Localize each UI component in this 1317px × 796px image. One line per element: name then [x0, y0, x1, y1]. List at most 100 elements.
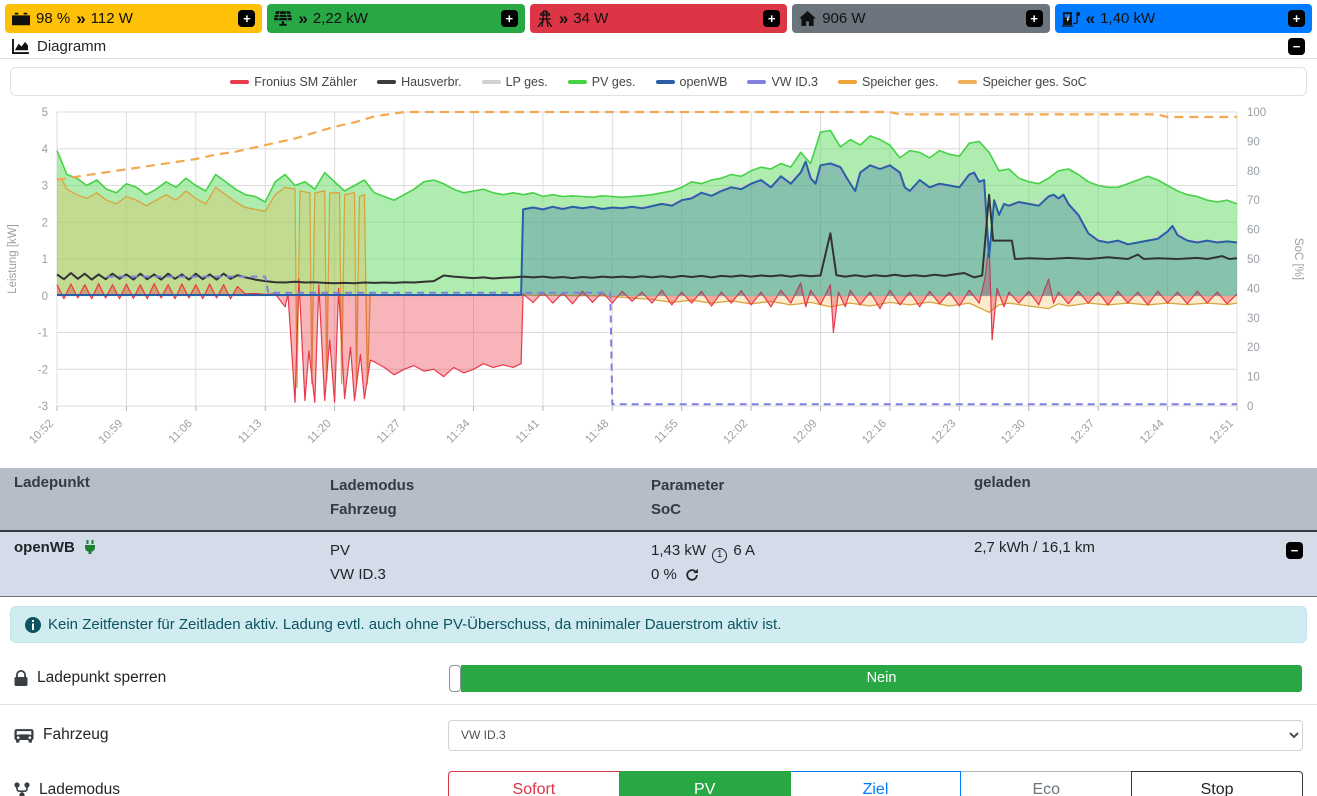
legend-label: Speicher ges. SoC: [982, 75, 1086, 89]
chargepoint-table: Ladepunkt Lademodus Fahrzeug Parameter S…: [0, 468, 1317, 597]
y-axis-tick-right: 100: [1247, 107, 1266, 119]
charge-mode-label-group: Lademodus: [14, 781, 120, 796]
x-axis-tick: 12:16: [860, 418, 889, 447]
pv-expand-button[interactable]: +: [501, 10, 518, 27]
pv-power-value: 2,22 kW: [313, 10, 368, 27]
chart-legend: Fronius SM Zähler Hausverbr. LP ges. PV …: [10, 67, 1307, 96]
legend-item[interactable]: Speicher ges. SoC: [958, 75, 1086, 89]
solar-panel-icon: [274, 11, 292, 26]
y-axis-tick-left: 0: [42, 291, 48, 303]
legend-label: Speicher ges.: [862, 75, 938, 89]
legend-swatch: [656, 80, 675, 84]
y-axis-tick-left: 4: [42, 144, 49, 156]
chargepoint-power-value: 1,40 kW: [1100, 10, 1155, 27]
info-circle-icon: [25, 617, 41, 633]
lock-label-group: Ladepunkt sperren: [14, 669, 166, 687]
grid-expand-button[interactable]: +: [763, 10, 780, 27]
col-lademodus-fahrzeug: Lademodus Fahrzeug: [330, 474, 651, 522]
lock-icon: [14, 670, 28, 686]
grid-power-value: 34 W: [573, 10, 608, 27]
legend-label: Fronius SM Zähler: [254, 75, 357, 89]
battery-power-value: 112 W: [91, 10, 133, 27]
table-header: Ladepunkt Lademodus Fahrzeug Parameter S…: [0, 468, 1317, 532]
charge-mode-row: Lademodus Sofort PV Ziel Eco Stop: [0, 765, 1317, 796]
col-soc: SoC: [651, 498, 974, 522]
power-chart: 543210-1-2-3100908070605040302010010:521…: [0, 96, 1317, 456]
y-axis-tick-right: 90: [1247, 136, 1260, 148]
mode-pv-button[interactable]: PV: [619, 771, 791, 796]
legend-label: VW ID.3: [771, 75, 818, 89]
row-collapse-button[interactable]: −: [1286, 542, 1303, 559]
legend-item[interactable]: openWB: [656, 75, 728, 89]
y-axis-tick-left: -3: [38, 401, 48, 413]
x-axis-tick: 12:02: [721, 418, 750, 447]
y-axis-tick-right: 20: [1247, 342, 1260, 354]
legend-item[interactable]: LP ges.: [482, 75, 548, 89]
battery-badge: 98 % » 112 W +: [5, 4, 262, 33]
transmission-tower-icon: [537, 10, 553, 27]
lock-toggle-handle[interactable]: [449, 665, 461, 692]
x-axis-tick: 10:59: [97, 418, 126, 447]
mode-eco-button[interactable]: Eco: [960, 771, 1132, 796]
diagram-collapse-button[interactable]: −: [1288, 38, 1305, 55]
legend-item[interactable]: Speicher ges.: [838, 75, 938, 89]
y-axis-tick-right: 10: [1247, 372, 1260, 384]
x-axis-tick: 12:23: [930, 418, 959, 447]
charge-mode-label: Lademodus: [39, 781, 120, 796]
battery-expand-button[interactable]: +: [238, 10, 255, 27]
mode-sofort-button[interactable]: Sofort: [448, 771, 620, 796]
col-geladen: geladen: [974, 474, 1317, 522]
chargepoint-mode: PV: [330, 539, 651, 563]
col-fahrzeug: Fahrzeug: [330, 498, 651, 522]
home-power-value: 906 W: [822, 10, 865, 27]
vehicle-label: Fahrzeug: [43, 726, 108, 744]
legend-item[interactable]: PV ges.: [568, 75, 636, 89]
vehicle-select[interactable]: VW ID.3: [448, 720, 1303, 751]
x-axis-tick: 11:13: [236, 418, 264, 446]
angle-double-right-icon: »: [76, 9, 84, 29]
status-badge-bar: 98 % » 112 W + » 2,22 kW + » 34 W + 906 …: [0, 0, 1317, 36]
legend-item[interactable]: VW ID.3: [747, 75, 818, 89]
mode-stop-button[interactable]: Stop: [1131, 771, 1303, 796]
x-axis-tick: 11:20: [306, 418, 334, 446]
mode-ziel-button[interactable]: Ziel: [790, 771, 962, 796]
legend-item[interactable]: Fronius SM Zähler: [230, 75, 357, 89]
pv-badge: » 2,22 kW +: [267, 4, 524, 33]
angle-double-right-icon: »: [298, 9, 306, 29]
lock-toggle[interactable]: Nein: [448, 664, 1303, 693]
home-icon: [799, 11, 816, 26]
info-alert: Kein Zeitfenster für Zeitladen aktiv. La…: [10, 606, 1307, 643]
charge-current: 6 A: [733, 542, 755, 559]
chargepoint-name: openWB: [14, 539, 75, 556]
soc-value: 0 %: [651, 566, 677, 583]
plug-icon: [84, 540, 96, 554]
x-axis-tick: 12:37: [1068, 418, 1097, 447]
refresh-soc-icon[interactable]: [685, 568, 699, 582]
chart-area-icon: [12, 39, 29, 54]
y-axis-tick-left: 3: [42, 181, 48, 193]
home-expand-button[interactable]: +: [1026, 10, 1043, 27]
chargepoint-vehicle: VW ID.3: [330, 563, 651, 587]
chargepoint-soc: 0 %: [651, 563, 974, 587]
x-axis-tick: 11:48: [583, 418, 611, 446]
x-axis-tick: 10:52: [27, 418, 56, 447]
chargepoint-row[interactable]: openWB PV VW ID.3 1,43 kW 1 6 A 0 % 2,7 …: [0, 532, 1317, 597]
lock-label: Ladepunkt sperren: [37, 669, 166, 687]
y-axis-tick-right: 70: [1247, 195, 1260, 207]
grid-badge: » 34 W +: [530, 4, 787, 33]
chargepoint-parameter: 1,43 kW 1 6 A: [651, 539, 974, 563]
x-axis-tick: 12:44: [1138, 417, 1167, 446]
col-parameter-soc: Parameter SoC: [651, 474, 974, 522]
chargepoint-expand-button[interactable]: +: [1288, 10, 1305, 27]
legend-swatch: [230, 80, 249, 84]
y-axis-tick-right: 80: [1247, 166, 1260, 178]
x-axis-tick: 11:06: [167, 418, 195, 446]
col-parameter: Parameter: [651, 474, 974, 498]
legend-item[interactable]: Hausverbr.: [377, 75, 461, 89]
x-axis-tick: 11:27: [375, 418, 403, 446]
x-axis-tick: 11:55: [653, 418, 681, 446]
series-line-Speicher ges. SoC: [57, 112, 1237, 180]
x-axis-tick: 11:41: [514, 418, 542, 446]
col-lademodus: Lademodus: [330, 474, 651, 498]
y-axis-tick-left: 2: [42, 217, 48, 229]
